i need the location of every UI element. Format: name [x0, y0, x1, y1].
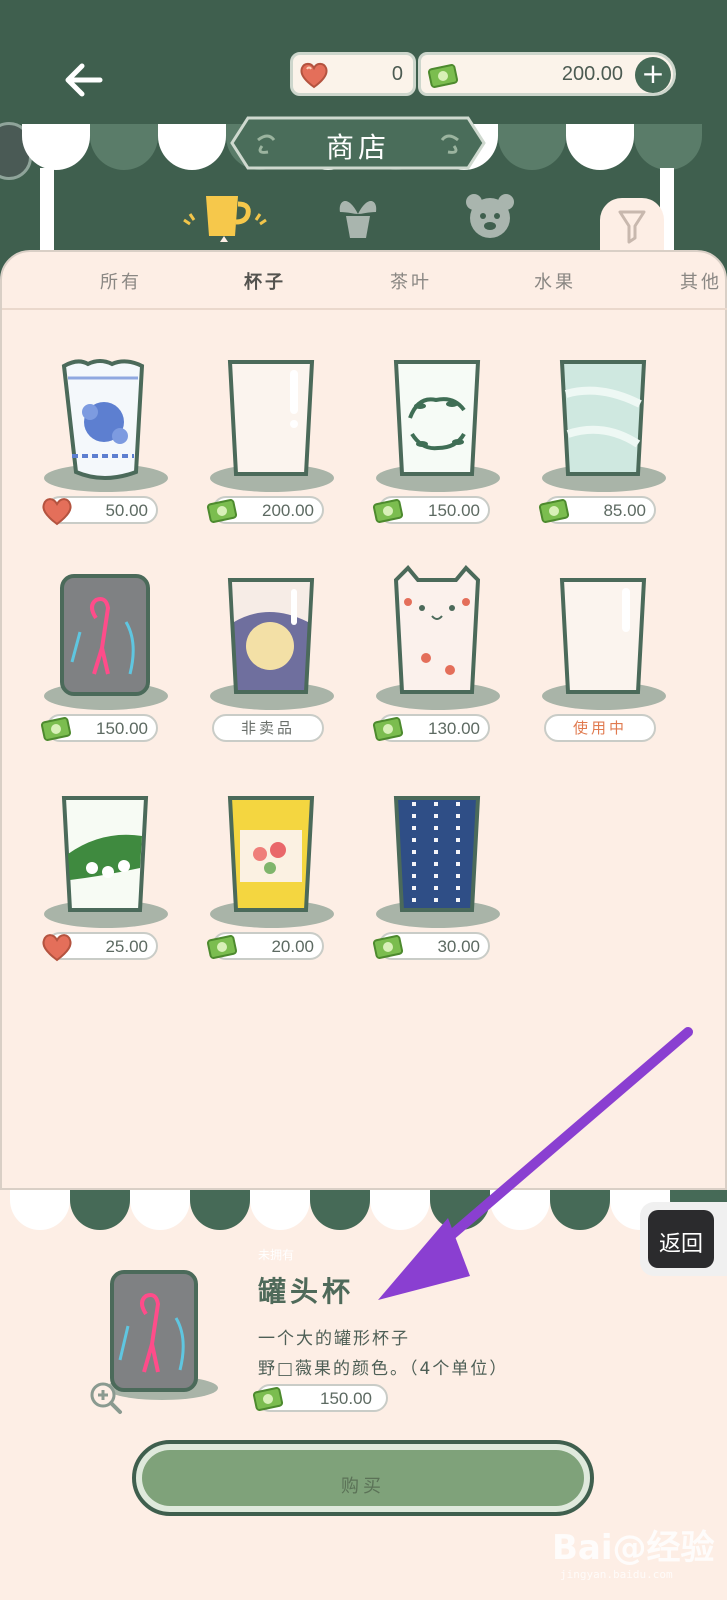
cup-category-icon[interactable] [180, 190, 270, 242]
shop-item-lily-cup[interactable]: 25.00 [42, 780, 176, 970]
heart-icon [300, 62, 328, 89]
yellow-flower-cup-icon [210, 796, 334, 928]
return-button-inner: 返回 [648, 1210, 714, 1268]
return-button[interactable]: 返回 [640, 1202, 727, 1276]
lily-cup-icon [44, 796, 168, 928]
price-tag: 85.00 [538, 496, 656, 524]
price-tag: 130.00 [372, 714, 490, 742]
money-value: 200.00 [561, 63, 623, 85]
add-currency-button[interactable]: + [635, 57, 671, 93]
shop-item-can-cup[interactable]: 150.00 [40, 562, 176, 752]
price-value: 150.00 [96, 719, 148, 738]
plain-cup-icon [210, 360, 334, 492]
price-tag: 150.00 [372, 496, 490, 524]
blue-floral-cup-icon [44, 359, 168, 492]
zoom-icon[interactable] [88, 1380, 124, 1416]
price-value: 85.00 [603, 501, 646, 520]
cash-icon [206, 499, 238, 523]
currency-bar: 0 200.00 + [290, 52, 676, 96]
category-tabs: 所有 杯子 茶叶 水果 其他 [2, 252, 727, 310]
hearts-value: 0 [391, 63, 403, 85]
shop-item-yellow-flower-cup[interactable]: 20.00 [206, 780, 342, 970]
cash-icon [372, 935, 404, 959]
price-value: 25.00 [105, 937, 148, 956]
money-counter: 200.00 + [418, 52, 676, 96]
price-tag: 50.00 [42, 496, 158, 526]
item-description: 一个大的罐形杯子 野□薇果的颜色。（4个单位） [258, 1324, 508, 1384]
watermark-url: jingyan.baidu.com [560, 1568, 673, 1581]
shop-banner: 商店 [228, 110, 488, 176]
description-line-2: 野□薇果的颜色。（4个单位） [258, 1359, 509, 1379]
price-value: 50.00 [105, 501, 148, 520]
shop-title: 商店 [325, 131, 390, 164]
in-use-tag: 使用中 [544, 714, 656, 742]
cash-icon [538, 499, 570, 523]
tab-fruit[interactable]: 水果 [534, 268, 576, 294]
can-cup-icon [44, 574, 168, 710]
not-for-sale-tag: 非卖品 [212, 714, 324, 742]
blue-dots-cup-icon [376, 796, 500, 928]
tab-all[interactable]: 所有 [100, 268, 142, 294]
price-value: 200.00 [262, 501, 314, 520]
price-value: 150.00 [428, 501, 480, 520]
shop-item-leaf-wreath-cup[interactable]: 150.00 [372, 344, 508, 534]
shop-item-blue-floral-cup[interactable]: 50.00 [42, 344, 176, 534]
cash-icon [372, 717, 404, 741]
price-tag: 30.00 [372, 932, 490, 960]
cash-icon [252, 1387, 284, 1411]
detail-price-tag: 150.00 [252, 1384, 388, 1412]
cash-icon [206, 935, 238, 959]
bear-category-icon[interactable] [462, 190, 518, 242]
bottom-awning [0, 1190, 727, 1236]
filter-icon [618, 210, 646, 244]
description-line-1: 一个大的罐形杯子 [258, 1329, 410, 1349]
marble-cup-icon [542, 360, 666, 492]
plant-category-icon[interactable] [330, 190, 386, 242]
hearts-counter: 0 [290, 52, 416, 96]
cash-icon [40, 717, 72, 741]
cash-icon [372, 499, 404, 523]
owned-badge: 未拥有 [258, 1248, 295, 1262]
heart-icon [42, 498, 72, 526]
tab-tea[interactable]: 茶叶 [390, 268, 432, 294]
shop-item-default-cup[interactable]: 使用中 [540, 562, 674, 752]
price-tag: 20.00 [206, 932, 324, 960]
heart-icon [42, 934, 72, 962]
price-tag: 25.00 [42, 932, 158, 962]
price-tag: 200.00 [206, 496, 324, 524]
price-value: 20.00 [271, 937, 314, 956]
cat-cup-icon [376, 565, 500, 710]
moon-cup-icon [210, 578, 334, 710]
price-value: 30.00 [437, 937, 480, 956]
watermark: Bai@经验 jingyan.baidu.com [552, 1510, 722, 1590]
buy-label: 购买 [341, 1476, 385, 1497]
shop-item-blue-dots-cup[interactable]: 30.00 [372, 780, 508, 970]
shop-panel: 所有 杯子 茶叶 水果 其他 50.00 200.00 150.00 85.00… [0, 250, 727, 1190]
default-cup-icon [542, 578, 666, 710]
price-value: 130.00 [428, 719, 480, 738]
buy-button[interactable]: 购买 [132, 1440, 594, 1516]
filter-button[interactable] [600, 198, 664, 258]
shop-item-marble-cup[interactable]: 85.00 [538, 344, 674, 534]
return-label: 返回 [658, 1232, 703, 1257]
tab-cups[interactable]: 杯子 [244, 268, 286, 294]
watermark-text: Bai@经验 [552, 1528, 715, 1568]
item-title: 罐头杯 [258, 1275, 355, 1308]
cash-icon [427, 64, 459, 88]
back-arrow-icon[interactable] [60, 56, 108, 104]
buy-button-inner: 购买 [142, 1450, 584, 1506]
price-tag: 150.00 [40, 714, 158, 742]
shop-item-cat-cup[interactable]: 130.00 [372, 562, 508, 752]
detail-price-value: 150.00 [320, 1389, 372, 1408]
leaf-wreath-cup-icon [376, 360, 500, 492]
tab-other[interactable]: 其他 [680, 268, 722, 294]
shop-item-plain-cup[interactable]: 200.00 [206, 344, 342, 534]
shop-item-moon-cup[interactable]: 非卖品 [208, 562, 342, 752]
